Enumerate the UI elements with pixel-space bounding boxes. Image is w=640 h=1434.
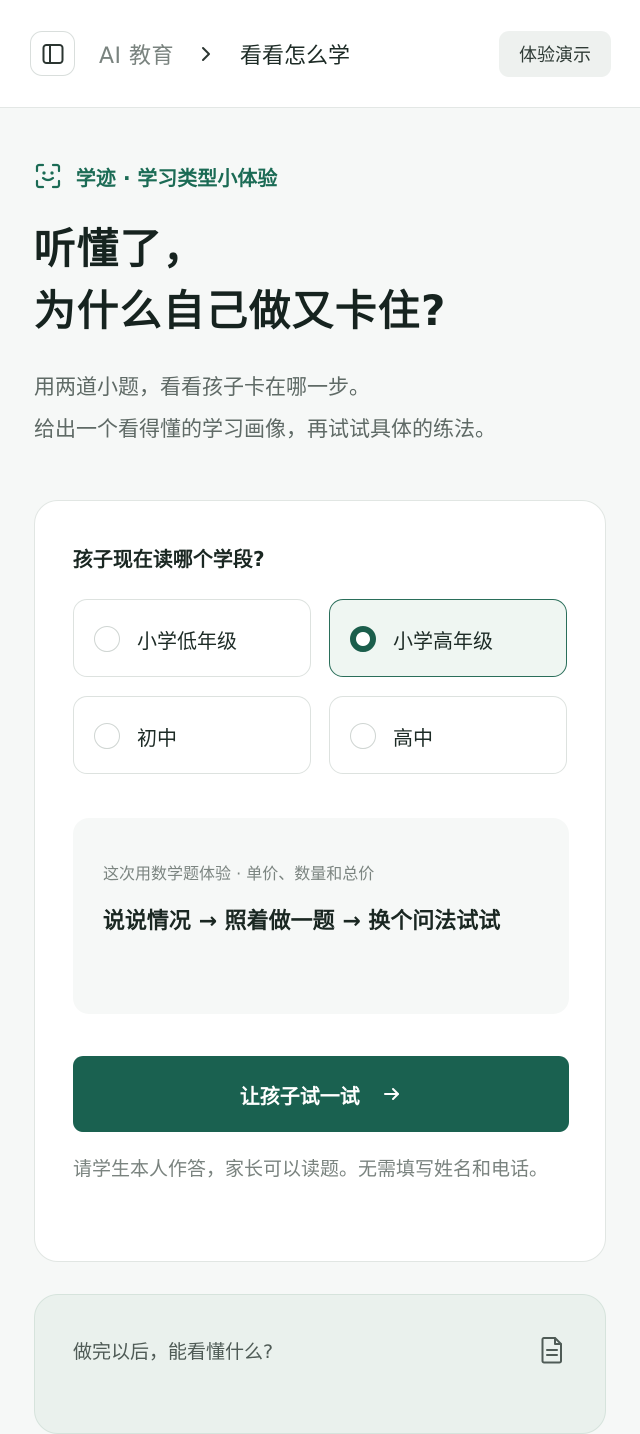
page-description-line-2: 给出一个看得懂的学习画像，再试试具体的练法。 [34,417,496,441]
top-bar: AI 教育 看看怎么学 体验演示 [0,0,640,108]
sidebar-toggle-button[interactable] [30,31,75,76]
page-title-line-2: 为什么自己做又卡住? [34,286,447,335]
grade-selection-card: 孩子现在读哪个学段? 小学低年级 小学高年级 初中 高中 这次用数学题体验 · … [34,500,606,1262]
page-description: 用两道小题，看看孩子卡在哪一步。 给出一个看得懂的学习画像，再试试具体的练法。 [34,366,496,450]
grade-option-junior-high[interactable]: 初中 [73,696,311,774]
breadcrumb-current: 看看怎么学 [240,44,351,69]
start-try-button[interactable]: 让孩子试一试 [73,1056,569,1132]
demo-button[interactable]: 体验演示 [499,31,611,77]
grade-option-lower-primary[interactable]: 小学低年级 [73,599,311,677]
document-icon [541,1337,562,1364]
grade-option-label: 小学低年级 [137,629,237,653]
privacy-note: 请学生本人作答，家长可以读题。无需填写姓名和电话。 [73,1158,549,1180]
experience-steps: 说说情况 → 照着做一题 → 换个问法试试 [103,909,501,934]
grade-option-upper-primary[interactable]: 小学高年级 [329,599,567,677]
eyebrow-text: 学迹 · 学习类型小体验 [76,165,278,190]
radio-button[interactable] [350,723,376,749]
results-preview-text: 做完以后，能看懂什么? [73,1341,274,1363]
breadcrumb-root[interactable]: AI 教育 [99,38,174,70]
grade-option-label: 小学高年级 [393,629,493,653]
experience-info-box: 这次用数学题体验 · 单价、数量和总价 说说情况 → 照着做一题 → 换个问法试… [73,818,569,1014]
grade-question: 孩子现在读哪个学段? [73,547,265,571]
arrow-right-icon [384,1088,399,1100]
radio-button[interactable] [94,723,120,749]
grade-option-label: 高中 [393,726,433,750]
face-scan-icon [35,163,61,189]
start-try-label: 让孩子试一试 [240,1083,360,1108]
radio-button[interactable] [94,626,120,652]
experience-subtitle: 这次用数学题体验 · 单价、数量和总价 [103,864,375,883]
page-title-line-1: 听懂了， [34,224,207,273]
eyebrow: 学迹 · 学习类型小体验 [34,158,278,194]
chevron-right-icon [202,47,210,61]
results-preview-card[interactable]: 做完以后，能看懂什么? [34,1294,606,1434]
sidebar-panel-icon [42,43,63,64]
page-title: 听懂了， 为什么自己做又卡住? [34,218,446,342]
radio-button-selected[interactable] [350,626,376,652]
grade-option-senior-high[interactable]: 高中 [329,696,567,774]
page-description-line-1: 用两道小题，看看孩子卡在哪一步。 [34,375,370,399]
grade-option-label: 初中 [137,726,177,750]
